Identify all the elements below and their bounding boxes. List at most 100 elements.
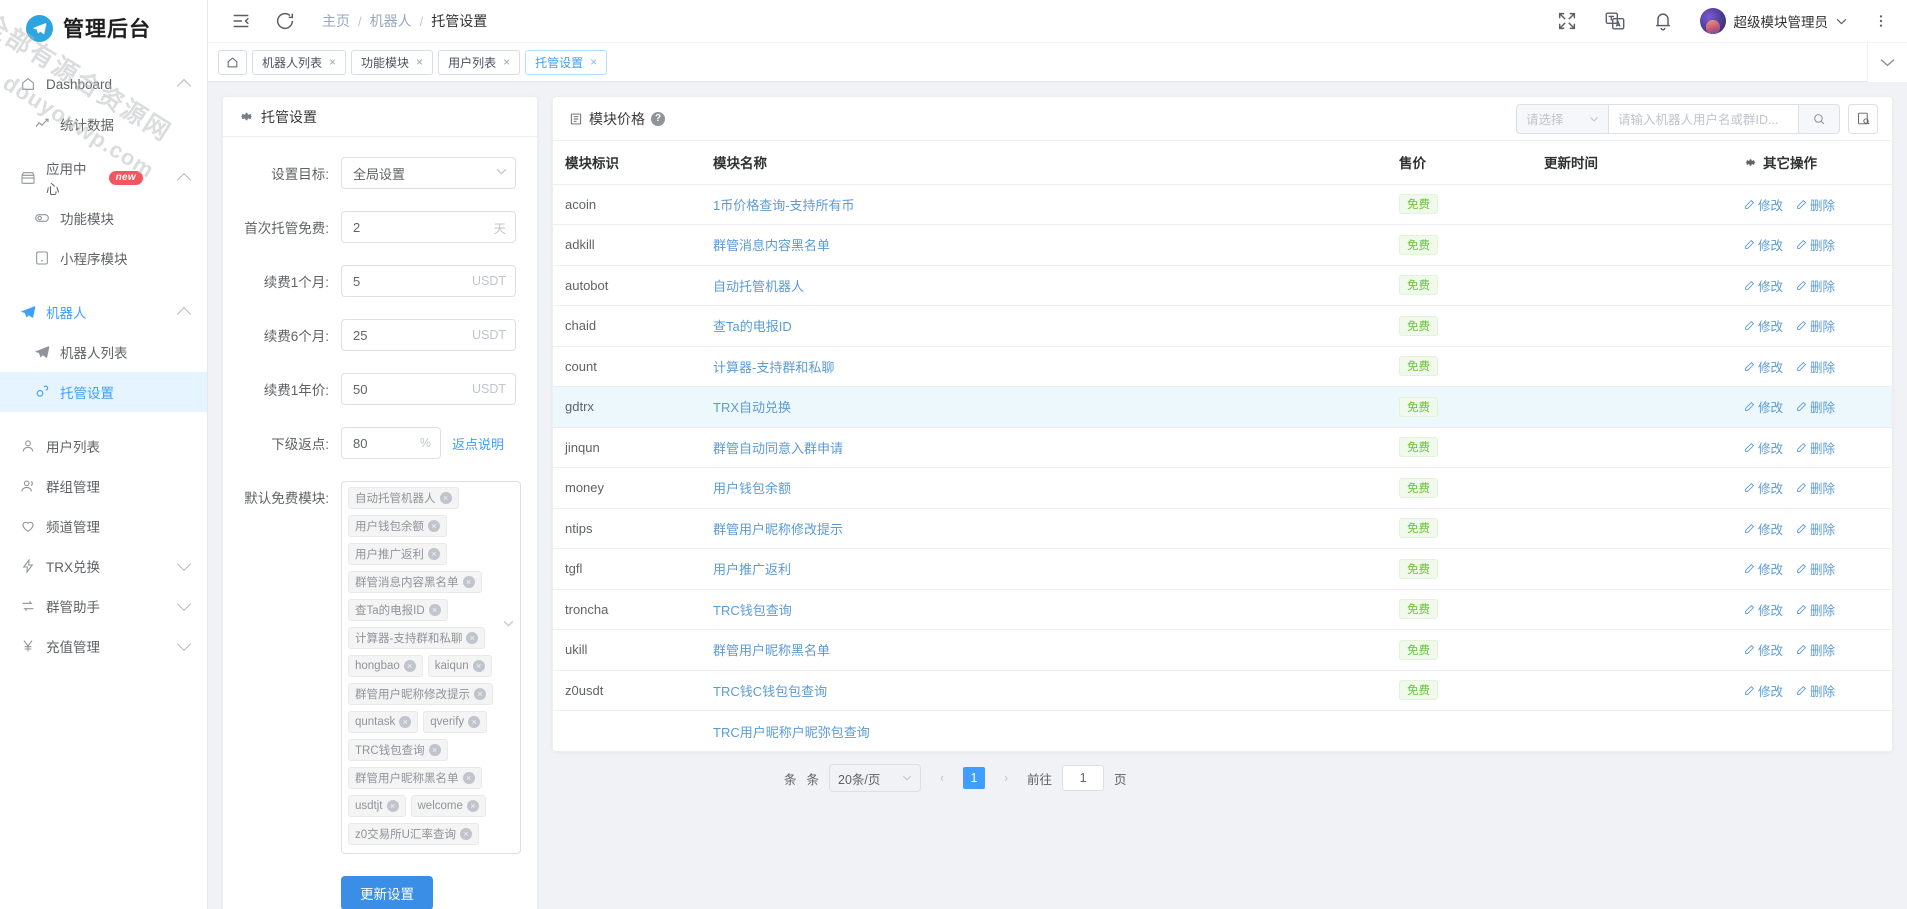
- tab-modules[interactable]: 功能模块 ×: [351, 49, 434, 75]
- edit-button[interactable]: 修改: [1744, 195, 1783, 214]
- tag-item[interactable]: 用户推广返利 ×: [348, 543, 447, 565]
- jump-page-input[interactable]: [1062, 765, 1105, 791]
- sidebar-item-channel-manage[interactable]: 频道管理: [0, 506, 207, 546]
- bell-icon[interactable]: [1652, 10, 1674, 32]
- close-icon[interactable]: ×: [329, 56, 336, 68]
- sidebar-item-recharge[interactable]: 充值管理: [0, 626, 207, 666]
- table-row-partial[interactable]: TRC用户昵称户昵弥包查询: [553, 711, 1892, 752]
- table-row[interactable]: jinqun 群管自动同意入群申请 免费 修改 删除: [553, 427, 1892, 468]
- close-icon[interactable]: ×: [462, 772, 475, 784]
- table-row[interactable]: troncha TRC钱包查询 免费 修改 删除: [553, 589, 1892, 630]
- renew-1m-input[interactable]: [341, 265, 516, 297]
- edit-button[interactable]: 修改: [1744, 681, 1783, 700]
- more-vertical-icon[interactable]: [1873, 10, 1889, 32]
- sidebar-item-robot[interactable]: 机器人: [0, 292, 207, 332]
- edit-button[interactable]: 修改: [1744, 438, 1783, 457]
- renew-1y-input[interactable]: [341, 373, 516, 405]
- close-icon[interactable]: ×: [474, 688, 486, 700]
- renew-6m-input[interactable]: [341, 319, 516, 351]
- table-row[interactable]: tgfl 用户推广返利 免费 修改 删除: [553, 548, 1892, 590]
- tag-item[interactable]: 计算器-支持群和私聊 ×: [348, 627, 486, 649]
- user-menu[interactable]: 超级模块管理员: [1699, 8, 1848, 34]
- tag-item[interactable]: 群管用户昵称修改提示 ×: [348, 683, 493, 705]
- sidebar-item-modules[interactable]: 功能模块: [0, 198, 207, 238]
- sidebar-item-group-manage[interactable]: 群组管理: [0, 466, 207, 506]
- close-icon[interactable]: ×: [439, 492, 452, 504]
- cell-name[interactable]: 用户钱包余额: [713, 481, 791, 496]
- tag-item[interactable]: quntask ×: [348, 711, 419, 733]
- table-row[interactable]: autobot 自动托管机器人 免费 修改 删除: [553, 265, 1892, 306]
- cell-name[interactable]: TRX自动兑换: [713, 400, 791, 415]
- delete-button[interactable]: 删除: [1796, 681, 1835, 700]
- cell-name[interactable]: TRC钱包查询: [713, 603, 792, 618]
- edit-button[interactable]: 修改: [1744, 559, 1783, 578]
- close-icon[interactable]: ×: [428, 520, 440, 532]
- table-row[interactable]: ukill 群管用户昵称黑名单 免费 修改 删除: [553, 629, 1892, 671]
- breadcrumb-item-robot[interactable]: 机器人: [370, 11, 412, 31]
- sidebar-item-dashboard[interactable]: Dashboard: [0, 64, 207, 104]
- close-icon[interactable]: ×: [590, 56, 597, 68]
- tabs-collapse-button[interactable]: [1867, 43, 1907, 82]
- table-row[interactable]: acoin 1币价格查询-支持所有币 免费 修改 删除: [553, 184, 1892, 225]
- close-icon[interactable]: ×: [468, 716, 481, 728]
- close-icon[interactable]: ×: [428, 744, 441, 756]
- cell-name[interactable]: 群管用户昵称修改提示: [713, 522, 843, 537]
- sidebar-item-appcenter[interactable]: 应用中心 new: [0, 158, 207, 198]
- delete-button[interactable]: 删除: [1796, 519, 1835, 538]
- tag-item[interactable]: 群管用户昵称黑名单 ×: [348, 767, 482, 789]
- fullscreen-icon[interactable]: [1556, 10, 1578, 32]
- close-icon[interactable]: ×: [472, 660, 485, 672]
- delete-button[interactable]: 删除: [1796, 276, 1835, 295]
- edit-button[interactable]: 修改: [1744, 397, 1783, 416]
- cell-name[interactable]: 1币价格查询-支持所有币: [713, 198, 855, 213]
- breadcrumb-item-home[interactable]: 主页: [322, 11, 350, 31]
- cell-name[interactable]: 群管消息内容黑名单: [713, 238, 830, 253]
- cell-name[interactable]: 自动托管机器人: [713, 279, 804, 294]
- edit-button[interactable]: 修改: [1744, 519, 1783, 538]
- edit-button[interactable]: 修改: [1744, 276, 1783, 295]
- close-icon[interactable]: ×: [399, 716, 412, 728]
- target-select[interactable]: [341, 157, 516, 189]
- close-icon[interactable]: ×: [403, 660, 416, 672]
- delete-button[interactable]: 删除: [1796, 357, 1835, 376]
- delete-button[interactable]: 删除: [1796, 600, 1835, 619]
- tag-item[interactable]: usdtjt ×: [348, 795, 406, 817]
- cell-name[interactable]: 用户推广返利: [713, 562, 791, 577]
- cell-name[interactable]: 群管用户昵称黑名单: [713, 643, 830, 658]
- table-row[interactable]: money 用户钱包余额 免费 修改 删除: [553, 467, 1892, 509]
- free-days-input[interactable]: [341, 211, 516, 243]
- export-button[interactable]: [1848, 103, 1878, 134]
- page-size-select[interactable]: 20条/页: [829, 764, 922, 792]
- edit-button[interactable]: 修改: [1744, 640, 1783, 659]
- rebate-help-link[interactable]: 返点说明: [452, 434, 504, 453]
- tab-hosting-settings[interactable]: 托管设置 ×: [525, 49, 608, 75]
- tag-item[interactable]: 用户钱包余额 ×: [348, 515, 447, 537]
- cell-name[interactable]: 查Ta的电报ID: [713, 319, 792, 334]
- delete-button[interactable]: 删除: [1796, 195, 1835, 214]
- edit-button[interactable]: 修改: [1744, 357, 1783, 376]
- close-icon[interactable]: ×: [462, 576, 475, 588]
- sidebar-item-hosting-settings[interactable]: 托管设置: [0, 372, 207, 412]
- search-input-wrap[interactable]: 请输入机器人用户名或群ID...: [1608, 103, 1798, 134]
- brand[interactable]: 管理后台: [0, 0, 207, 56]
- tag-item[interactable]: 群管消息内容黑名单 ×: [348, 571, 482, 593]
- tag-item[interactable]: welcome ×: [410, 795, 486, 817]
- help-icon[interactable]: ?: [651, 111, 665, 126]
- tag-item[interactable]: 自动托管机器人 ×: [348, 487, 459, 509]
- delete-button[interactable]: 删除: [1796, 559, 1835, 578]
- delete-button[interactable]: 删除: [1796, 316, 1835, 335]
- filter-select[interactable]: 请选择: [1516, 103, 1608, 134]
- prev-page-button[interactable]: ‹: [931, 765, 953, 791]
- update-settings-button[interactable]: 更新设置: [341, 876, 433, 909]
- close-icon[interactable]: ×: [466, 800, 479, 812]
- table-row[interactable]: gdtrx TRX自动兑换 免费 修改 删除: [553, 386, 1892, 428]
- sidebar-item-robot-list[interactable]: 机器人列表: [0, 332, 207, 372]
- rebate-input[interactable]: [341, 427, 441, 459]
- tag-item[interactable]: TRC钱包查询 ×: [348, 739, 448, 761]
- close-icon[interactable]: ×: [416, 56, 423, 68]
- tag-item[interactable]: hongbao ×: [348, 655, 423, 677]
- cell-name[interactable]: TRC用户昵称户昵弥包查询: [713, 725, 870, 740]
- close-icon[interactable]: ×: [386, 800, 399, 812]
- sidebar-item-user-list[interactable]: 用户列表: [0, 426, 207, 466]
- close-icon[interactable]: ×: [428, 548, 440, 560]
